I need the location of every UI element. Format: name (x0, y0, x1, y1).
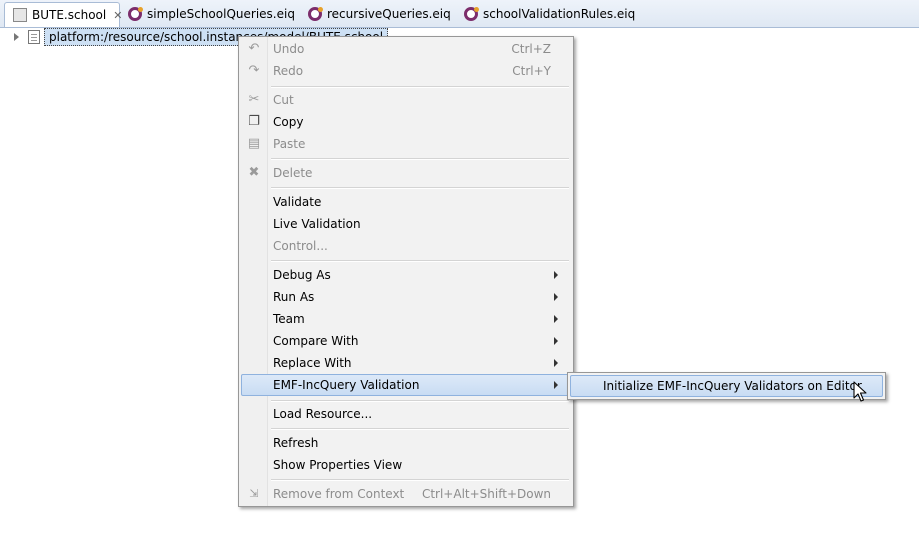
menu-item-remove-from-context[interactable]: ⇲ Remove from Context Ctrl+Alt+Shift+Dow… (241, 483, 571, 505)
menu-item-cut[interactable]: ✂ Cut (241, 89, 571, 111)
remove-context-icon: ⇲ (249, 487, 259, 500)
editor-tab-bar: BUTE.school ✕ simpleSchoolQueries.eiq re… (0, 0, 919, 28)
undo-icon: ↶ (248, 41, 260, 56)
context-menu: ↶ Undo Ctrl+Z ↷ Redo Ctrl+Y ✂ Cut ❐ Copy… (238, 36, 574, 507)
menu-item-team[interactable]: Team (241, 308, 571, 330)
menu-separator (271, 479, 569, 481)
menu-item-live-validation[interactable]: Live Validation (241, 213, 571, 235)
emf-incquery-validation-submenu: Initialize EMF-IncQuery Validators on Ed… (567, 372, 886, 400)
resource-file-icon (28, 30, 40, 44)
cut-icon: ✂ (248, 92, 260, 107)
menu-item-redo[interactable]: ↷ Redo Ctrl+Y (241, 60, 571, 82)
eiq-file-icon (464, 7, 479, 21)
menu-item-show-properties-view[interactable]: Show Properties View (241, 454, 571, 476)
submenu-arrow-icon (554, 337, 558, 345)
redo-icon: ↷ (248, 63, 260, 78)
menu-separator (271, 260, 569, 262)
submenu-arrow-icon (554, 293, 558, 301)
menu-separator (271, 86, 569, 88)
menu-separator (271, 158, 569, 160)
menu-item-refresh[interactable]: Refresh (241, 432, 571, 454)
tab-label: BUTE.school (32, 8, 107, 22)
tab-label: simpleSchoolQueries.eiq (147, 7, 295, 21)
menu-item-undo[interactable]: ↶ Undo Ctrl+Z (241, 38, 571, 60)
tab-simple-school-queries[interactable]: simpleSchoolQueries.eiq (120, 2, 300, 26)
tab-recursive-queries[interactable]: recursiveQueries.eiq (300, 2, 456, 26)
paste-icon: ▤ (247, 136, 261, 151)
menu-item-load-resource[interactable]: Load Resource... (241, 403, 571, 425)
eiq-file-icon (308, 7, 323, 21)
submenu-arrow-icon (554, 315, 558, 323)
menu-separator (271, 400, 569, 402)
tab-label: recursiveQueries.eiq (327, 7, 451, 21)
menu-item-copy[interactable]: ❐ Copy (241, 111, 571, 133)
menu-item-compare-with[interactable]: Compare With (241, 330, 571, 352)
menu-item-emf-incquery-validation[interactable]: EMF-IncQuery Validation (241, 374, 571, 396)
menu-item-run-as[interactable]: Run As (241, 286, 571, 308)
tab-school-validation-rules[interactable]: schoolValidationRules.eiq (456, 2, 636, 26)
menu-item-control[interactable]: Control... (241, 235, 571, 257)
expand-arrow-icon[interactable] (14, 33, 19, 41)
menu-item-debug-as[interactable]: Debug As (241, 264, 571, 286)
eiq-file-icon (128, 7, 143, 21)
menu-item-delete[interactable]: ✖ Delete (241, 162, 571, 184)
menu-item-initialize-validators[interactable]: Initialize EMF-IncQuery Validators on Ed… (570, 375, 883, 397)
copy-icon: ❐ (248, 114, 260, 129)
mouse-pointer-icon (853, 381, 867, 402)
submenu-arrow-icon (554, 271, 558, 279)
tab-label: schoolValidationRules.eiq (483, 7, 636, 21)
tab-bute-school[interactable]: BUTE.school ✕ (4, 2, 122, 27)
menu-item-replace-with[interactable]: Replace With (241, 352, 571, 374)
menu-separator (271, 187, 569, 189)
menu-item-paste[interactable]: ▤ Paste (241, 133, 571, 155)
menu-separator (271, 428, 569, 430)
delete-icon: ✖ (248, 165, 260, 180)
submenu-arrow-icon (554, 381, 558, 389)
school-model-icon (13, 8, 27, 22)
submenu-arrow-icon (554, 359, 558, 367)
menu-item-validate[interactable]: Validate (241, 191, 571, 213)
